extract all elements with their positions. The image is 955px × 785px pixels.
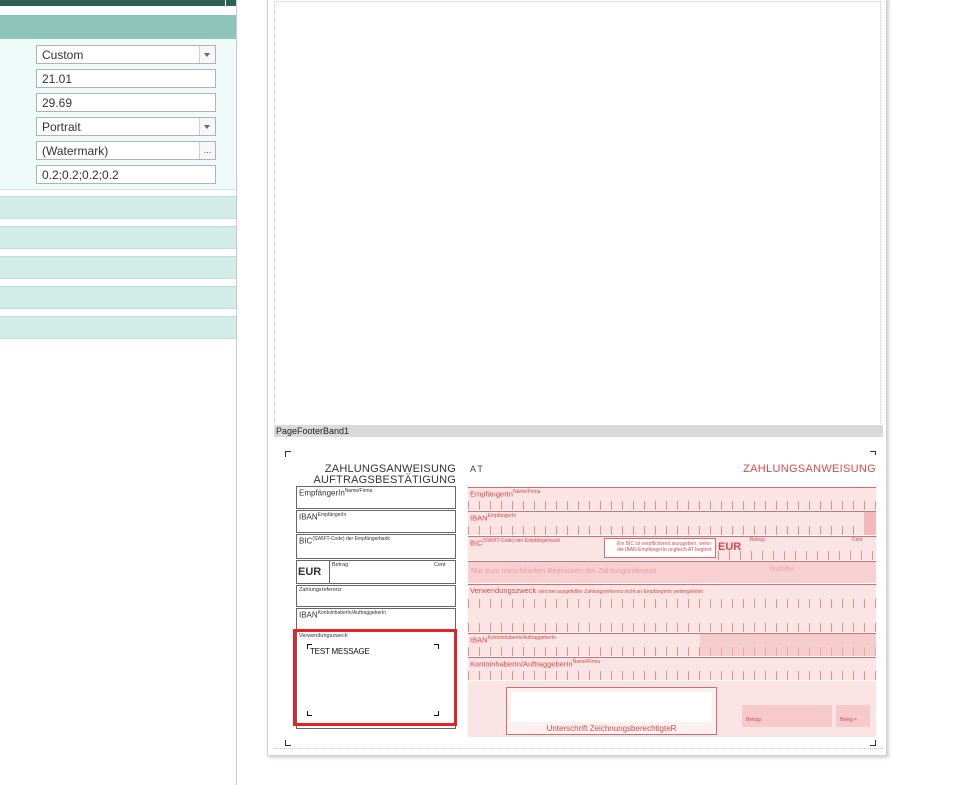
property-category-row[interactable] (0, 316, 236, 339)
receipt-iban-label: IBANEmpfängerIn (299, 512, 347, 522)
band-title[interactable]: PageFooterBand1 (274, 425, 883, 437)
receipt-currency: EUR (298, 566, 322, 578)
page-width-field[interactable]: 21.01 (36, 69, 216, 88)
form-purpose-field: Verwendungszweck wird bei ausgefüllter Z… (468, 584, 876, 632)
header-divider (225, 0, 226, 6)
receipt-cent-label: Cent (434, 562, 446, 568)
message-text: TEST MESSAGE (310, 647, 370, 656)
form-purpose-label: Verwendungszweck wird bei ausgefüllter Z… (470, 586, 703, 595)
property-category-row[interactable] (0, 226, 236, 249)
selection-corner[interactable] (870, 740, 876, 746)
form-payer-iban-block (700, 634, 876, 656)
property-category-row[interactable] (0, 256, 236, 279)
signature-area (511, 692, 712, 722)
page-height-field[interactable]: 29.69 (36, 93, 216, 112)
form-bic-label: BIC(SWIFT-Code) der Empfängerbank (470, 538, 561, 548)
chevron-down-icon[interactable] (199, 118, 215, 135)
form-recipient-field: EmpfängerInName/Firma (468, 487, 876, 510)
receipt-recipient-label: EmpfängerInName/Firma (299, 488, 373, 498)
character-grid (468, 599, 876, 608)
message-text-object[interactable]: TEST MESSAGE (293, 629, 457, 726)
property-panel: Custom 21.01 29.69 Portrait (Watermark) … (0, 0, 237, 785)
receipt-payer-iban-label: IBANKontoinhaberIn/AuftraggeberIn (299, 610, 387, 620)
receipt-bic-box: BIC(SWIFT-Code) der Empfängerbank (296, 534, 456, 559)
payment-form: AT ZAHLUNGSANWEISUNG EmpfängerInName/Fir… (462, 455, 876, 740)
margins-field[interactable]: 0.2;0.2;0.2;0.2 (36, 165, 216, 184)
property-group-header[interactable] (0, 15, 236, 39)
property-category-row[interactable] (0, 286, 236, 309)
selection-corner[interactable] (285, 451, 291, 457)
orientation-dropdown[interactable]: Portrait (36, 117, 216, 136)
receipt-subtitle: AUFTRAGSBESTÄTIGUNG (313, 474, 456, 486)
receipt-reference-box: Zahlungsreferenz (296, 585, 456, 607)
signature-box: Unterschrift ZeichnungsberechtigteR (506, 687, 717, 735)
form-payer-name-label: KontoinhaberIn/AuftraggeberInName/Firma (470, 659, 601, 669)
form-bottom-betrag: Betrag (746, 717, 761, 723)
form-bottom-beleg: Beleg + (840, 717, 858, 723)
form-recipient-label: EmpfängerInName/Firma (470, 489, 541, 499)
page-height-value: 29.69 (42, 96, 73, 110)
character-grid (718, 551, 876, 560)
selection-corner[interactable] (285, 740, 291, 746)
form-payer-iban-field: IBANKontoinhaberIn/AuftraggeberIn (468, 633, 876, 656)
form-iban-label: IBANEmpfängerIn (470, 513, 517, 523)
form-country: AT (470, 464, 485, 474)
form-bottom-amount-field: Betrag (742, 705, 832, 727)
character-grid (468, 623, 876, 632)
form-reference-hint: Nur zum maschinellen Bedrucken der Zahlu… (471, 566, 657, 575)
paper-size-value: Custom (42, 48, 84, 62)
character-grid (468, 671, 876, 680)
form-payer-name-field: KontoinhaberIn/AuftraggeberInName/Firma (468, 657, 876, 680)
property-grid: Custom 21.01 29.69 Portrait (Watermark) … (0, 39, 236, 190)
character-grid (468, 526, 876, 535)
form-iban-end-block (864, 512, 876, 535)
margins-value: 0.2;0.2;0.2;0.2 (42, 168, 119, 182)
signature-label: Unterschrift ZeichnungsberechtigteR (546, 724, 677, 733)
chevron-down-icon[interactable] (199, 46, 215, 63)
watermark-value: (Watermark) (42, 144, 109, 158)
form-bic-note: Ein BIC ist verpflichtend anzugeben, wen… (604, 538, 716, 558)
form-reference-field: Nur zum maschinellen Bedrucken der Zahlu… (468, 561, 876, 583)
character-grid (468, 501, 876, 510)
property-category-row[interactable] (0, 196, 236, 219)
form-currency: EUR (718, 541, 742, 553)
watermark-field[interactable]: (Watermark) ... (36, 141, 216, 160)
receipt-payer-iban-box: IBANKontoinhaberIn/AuftraggeberIn (296, 608, 456, 630)
orientation-value: Portrait (42, 120, 81, 134)
form-cent-label: Cent (852, 537, 863, 543)
selection-corner[interactable] (434, 711, 439, 716)
panel-header-bar (0, 0, 236, 6)
page-width-value: 21.01 (42, 72, 73, 86)
form-title: ZAHLUNGSANWEISUNG (743, 463, 876, 475)
form-checkdigit-label: Prüfziffer (770, 567, 794, 573)
receipt-bic-label: BIC(SWIFT-Code) der Empfängerbank (299, 536, 390, 546)
receipt-amount-field: Betrag Cent (329, 561, 457, 583)
selection-corner[interactable] (434, 644, 439, 649)
form-iban-field: IBANEmpfängerIn (468, 511, 876, 535)
selection-corner[interactable] (307, 644, 312, 649)
receipt-betrag-label: Betrag (332, 562, 349, 568)
receipt-reference-label: Zahlungsreferenz (299, 587, 342, 593)
form-bottom-beleg-field: Beleg + (836, 705, 870, 727)
ellipsis-button[interactable]: ... (199, 142, 215, 159)
receipt-recipient-box: EmpfängerInName/Firma (296, 486, 456, 509)
paper-size-dropdown[interactable]: Custom (36, 45, 216, 64)
receipt-amount-box: EUR Betrag Cent (296, 560, 456, 584)
selection-corner[interactable] (307, 711, 312, 716)
receipt-iban-box: IBANEmpfängerIn (296, 510, 456, 533)
form-payer-iban-label: IBANKontoinhaberIn/AuftraggeberIn (470, 635, 556, 645)
form-betrag-label: Betrag (750, 537, 765, 543)
